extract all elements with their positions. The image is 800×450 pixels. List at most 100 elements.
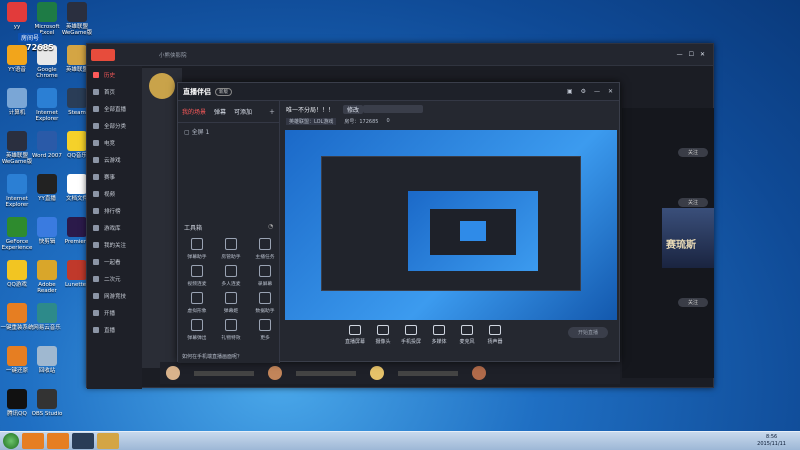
tool-button[interactable]: 录屏幕 <box>250 265 280 287</box>
control-button[interactable]: 扬声器 <box>482 325 508 345</box>
tool-icon <box>191 238 203 250</box>
help-question[interactable]: 如何在手机端直播画面呢？ <box>182 353 242 360</box>
list-item[interactable] <box>296 370 356 376</box>
desktop-icon[interactable]: 英雄联盟WeGame版 <box>58 2 96 36</box>
nested-window <box>321 156 581 291</box>
follow-button-1[interactable]: 关注 <box>678 148 708 157</box>
info-icon[interactable]: ◔ <box>268 223 273 230</box>
list-item[interactable] <box>194 370 254 376</box>
sidebar-item-label: 我的关注 <box>104 242 127 249</box>
sidebar-item[interactable]: 我的关注 <box>87 236 142 253</box>
version-badge: 新版 <box>215 87 232 96</box>
nested-window-2 <box>430 209 516 255</box>
title-input[interactable] <box>363 105 423 113</box>
scene-item[interactable]: ▢ 全屏 1 <box>178 123 279 140</box>
gift-icon[interactable]: ▣ <box>567 88 573 95</box>
category-label[interactable]: 英雄联盟：LOL游戏 <box>286 118 337 125</box>
settings-icon[interactable]: ⚙ <box>581 88 586 95</box>
room-number: 72685 <box>26 43 54 52</box>
start-stream-button[interactable]: 开始直播 <box>568 327 608 338</box>
tool-button[interactable]: 弹幕弹出 <box>182 319 212 341</box>
tab-add[interactable]: 可添加 <box>234 107 252 116</box>
list-item[interactable] <box>398 370 458 376</box>
live-app-titlebar: 小熊侠影院 — ☐ ✕ <box>87 44 713 66</box>
avatar[interactable] <box>370 366 384 380</box>
sidebar-item-label: 赛事 <box>104 174 116 181</box>
avatar[interactable] <box>166 366 180 380</box>
desktop-icon[interactable]: 网易云音乐 <box>28 303 66 331</box>
control-button[interactable]: 多媒体 <box>426 325 452 345</box>
tool-button[interactable]: 虚拟形象 <box>182 292 212 314</box>
stream-strip <box>160 362 620 384</box>
sidebar-item[interactable]: 排行榜 <box>87 202 142 219</box>
app-logo-icon <box>91 48 115 61</box>
sidebar-icon <box>93 139 99 146</box>
nested-screen-2 <box>460 221 486 241</box>
desktop-icon[interactable]: OBS Studio <box>28 389 66 417</box>
sidebar-item[interactable]: 直播 <box>87 321 142 338</box>
app-icon <box>7 174 27 194</box>
minimize-icon[interactable]: — <box>677 51 683 58</box>
tool-button[interactable]: 弹幕姬 <box>216 292 246 314</box>
control-button[interactable]: 手机投屏 <box>398 325 424 345</box>
tool-button[interactable]: 房管助手 <box>216 238 246 260</box>
tool-button[interactable]: 主播任务 <box>250 238 280 260</box>
app-icon <box>7 45 27 65</box>
sidebar-item-label: 全部直播 <box>104 106 127 113</box>
minimize-icon[interactable]: — <box>594 88 600 95</box>
avatar[interactable] <box>472 366 486 380</box>
start-button[interactable] <box>3 433 19 449</box>
close-icon[interactable]: ✕ <box>608 88 613 95</box>
edit-title-button[interactable]: 修改 <box>343 105 364 114</box>
tool-button[interactable]: 礼物特效 <box>216 319 246 341</box>
sidebar-item[interactable]: 视频 <box>87 185 142 202</box>
add-icon[interactable]: ＋ <box>269 107 275 116</box>
tab-scenes[interactable]: 我的场景 <box>182 107 206 116</box>
tool-label: 房管助手 <box>221 255 241 260</box>
app-icon <box>37 346 57 366</box>
follow-button-3[interactable]: 关注 <box>678 298 708 307</box>
hero-image: 赛琉斯 <box>662 208 714 268</box>
room-label: 房间号 <box>18 33 43 42</box>
tool-button[interactable]: 视频连麦 <box>182 265 212 287</box>
follow-button-2[interactable]: 关注 <box>678 198 708 207</box>
tool-icon <box>225 265 237 277</box>
sidebar-item[interactable]: 游戏库 <box>87 219 142 236</box>
scene-panel: 我的场景 弹幕 可添加 ＋ ▢ 全屏 1 工具箱 ◔ 弹幕助手 房管助手 主播任务视… <box>178 101 280 363</box>
sidebar-icon <box>93 88 99 95</box>
taskbar-app-1[interactable] <box>22 433 44 449</box>
tool-button[interactable]: 多人连麦 <box>216 265 246 287</box>
sidebar-item[interactable]: 全部直播 <box>87 100 142 117</box>
sidebar-icon <box>93 190 99 197</box>
sidebar-item[interactable]: 一起看 <box>87 253 142 270</box>
maximize-icon[interactable]: ☐ <box>689 51 694 58</box>
sidebar-item[interactable]: 二次元 <box>87 270 142 287</box>
app-icon <box>37 174 57 194</box>
tab-danmaku[interactable]: 弹幕 <box>214 107 226 116</box>
sidebar-item[interactable]: 历史 <box>87 66 142 83</box>
sidebar-item[interactable]: 电竞 <box>87 134 142 151</box>
tool-button[interactable]: 数据助手 <box>250 292 280 314</box>
sidebar-item[interactable]: 首页 <box>87 83 142 100</box>
tool-button[interactable]: 弹幕助手 <box>182 238 212 260</box>
sidebar-item[interactable]: 赛事 <box>87 168 142 185</box>
sidebar-item[interactable]: 全部分类 <box>87 117 142 134</box>
control-button[interactable]: 摄像头 <box>370 325 396 345</box>
avatar[interactable] <box>268 366 282 380</box>
taskbar-app-2[interactable] <box>47 433 69 449</box>
app-icon <box>7 260 27 280</box>
control-button[interactable]: 麦克风 <box>454 325 480 345</box>
sidebar-item[interactable]: 开播 <box>87 304 142 321</box>
tool-button[interactable]: 更多 <box>250 319 280 341</box>
taskbar-app-3[interactable] <box>72 433 94 449</box>
game-logo-icon <box>149 73 175 99</box>
scene-label: 全屏 1 <box>191 129 210 136</box>
sidebar-item[interactable]: 网游竞技 <box>87 287 142 304</box>
taskbar-app-4[interactable] <box>97 433 119 449</box>
close-icon[interactable]: ✕ <box>700 51 705 58</box>
sidebar-item[interactable]: 云游戏 <box>87 151 142 168</box>
app-icon <box>37 303 57 323</box>
app-icon <box>7 346 27 366</box>
control-button[interactable]: 直播屏幕 <box>342 325 368 345</box>
desktop-icon[interactable]: 回收站 <box>28 346 66 374</box>
